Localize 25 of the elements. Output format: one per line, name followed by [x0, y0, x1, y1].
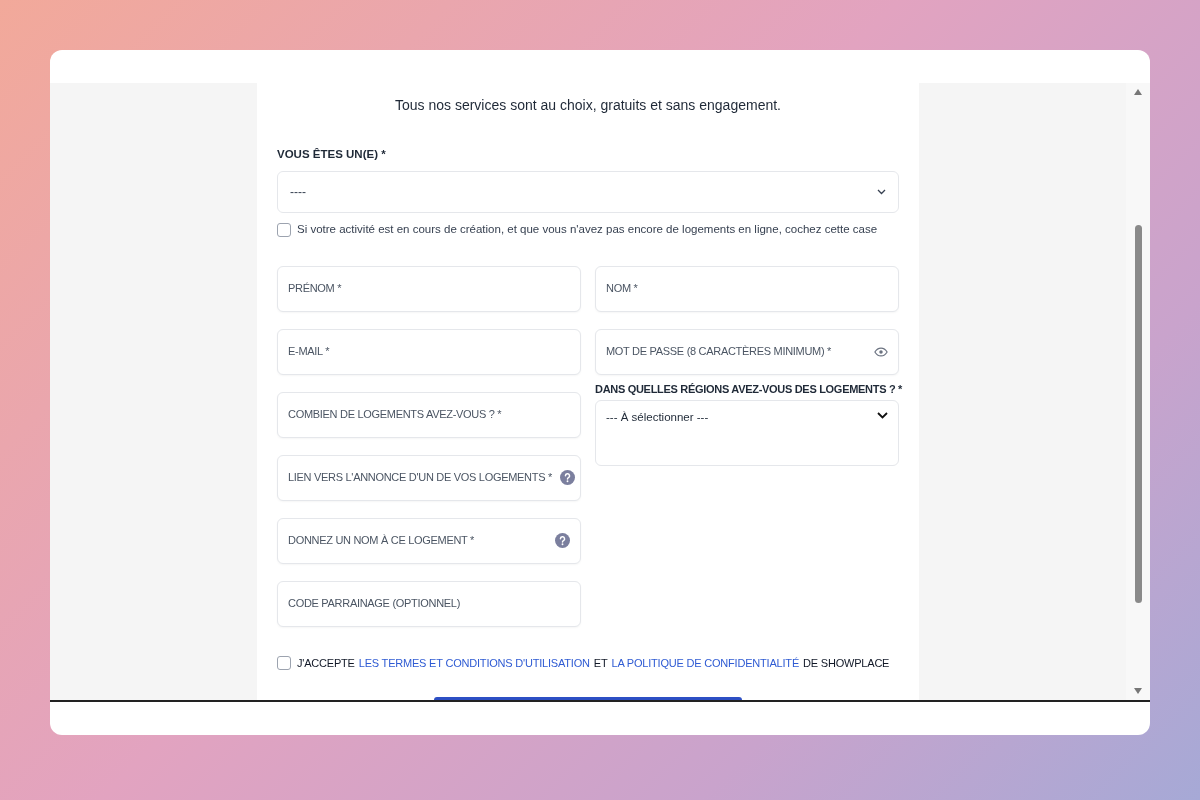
- terms-text: DE SHOWPLACE: [803, 655, 890, 671]
- scrollbar-thumb[interactable]: [1134, 225, 1142, 603]
- checkbox[interactable]: [277, 655, 291, 670]
- eye-icon[interactable]: [874, 346, 888, 357]
- scroll-up-icon[interactable]: [1134, 89, 1142, 95]
- field-label: VOUS ÊTES UN(E) *: [277, 147, 387, 162]
- terms-link[interactable]: LA POLITIQUE DE CONFIDENTIALITÉ: [611, 654, 800, 671]
- scroll-down-icon[interactable]: [1134, 688, 1142, 694]
- input-field[interactable]: PRÉNOM *: [288, 280, 342, 297]
- checkbox-label: Si votre activité est en cours de création, et que vous n'avez pas encore de logements en ligne, cochez cette case: [297, 222, 878, 238]
- help-icon[interactable]: [559, 470, 575, 485]
- terms-text: J'ACCEPTE: [297, 655, 355, 671]
- terms-text: ET: [593, 655, 608, 671]
- checkbox[interactable]: [277, 222, 291, 237]
- chevron-down-icon: [877, 189, 886, 196]
- form-subtitle: Tous nos services sont au choix, gratuits et sans engagement.: [394, 96, 782, 115]
- scrollbar[interactable]: [1126, 83, 1150, 700]
- help-icon[interactable]: [555, 533, 570, 548]
- input-field[interactable]: NOM *: [606, 280, 638, 297]
- field-label: DANS QUELLES RÉGIONS AVEZ-VOUS DES LOGEMENTS ? *: [595, 381, 903, 396]
- terms-link[interactable]: LES TERMES ET CONDITIONS D'UTILISATION: [358, 654, 590, 671]
- regions-select[interactable]: --- À sélectionner ---: [595, 399, 899, 466]
- user-type-select[interactable]: ----: [277, 171, 899, 214]
- input-field[interactable]: E-MAIL *: [288, 343, 330, 360]
- chevron-down-icon: [877, 411, 888, 419]
